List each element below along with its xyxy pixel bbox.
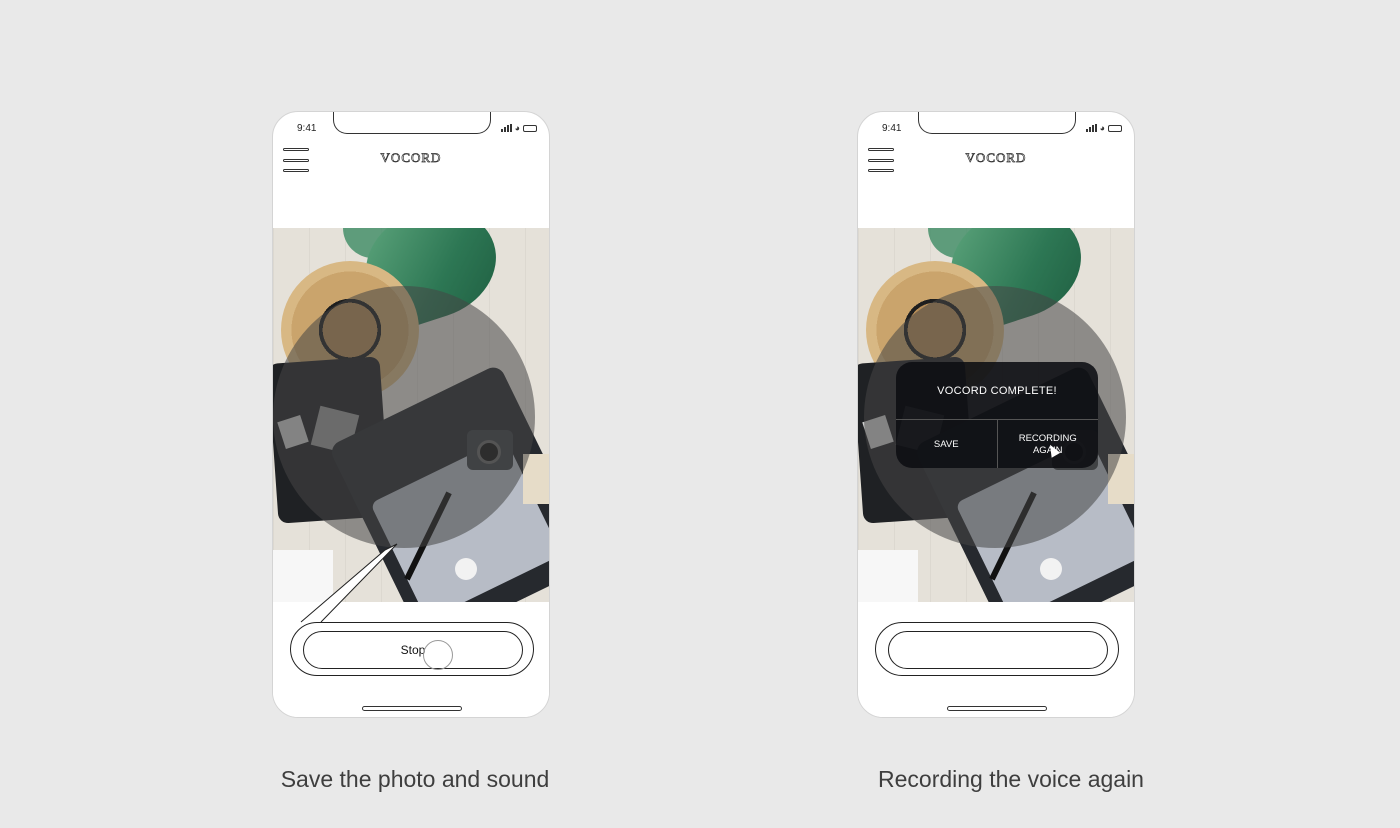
status-time: 9:41 xyxy=(882,123,902,134)
touch-indicator xyxy=(423,640,453,670)
battery-icon xyxy=(1108,124,1122,132)
caption-left: Save the photo and sound xyxy=(280,766,550,792)
recording-again-button[interactable]: RECORDING AGAIN xyxy=(996,420,1099,468)
wifi-icon: ◕ xyxy=(514,123,520,133)
signal-icon xyxy=(1085,124,1097,132)
signal-icon xyxy=(500,124,512,132)
status-icons: ◕ xyxy=(500,123,537,133)
dialog-title: VOCORD COMPLETE! xyxy=(896,362,1098,420)
battery-icon xyxy=(523,124,537,132)
app-logo: VOCORD xyxy=(380,150,442,166)
photo-preview xyxy=(273,228,549,602)
notch xyxy=(333,112,491,134)
wifi-icon: ◕ xyxy=(1099,123,1105,133)
record-button[interactable] xyxy=(888,631,1108,669)
phone-screen-right: 9:41 ◕ VOCORD VOCORD COMPLETE! SAVE RECO… xyxy=(857,111,1135,718)
app-logo: VOCORD xyxy=(965,150,1027,166)
phone-screen-left: 9:41 ◕ VOCORD Stop xyxy=(272,111,550,718)
status-icons: ◕ xyxy=(1085,123,1122,133)
complete-dialog: VOCORD COMPLETE! SAVE RECORDING AGAIN xyxy=(896,362,1098,468)
home-indicator[interactable] xyxy=(362,706,462,711)
save-button[interactable]: SAVE xyxy=(896,420,997,468)
caption-right: Recording the voice again xyxy=(878,766,1144,792)
home-indicator[interactable] xyxy=(947,706,1047,711)
notch xyxy=(918,112,1076,134)
stop-button[interactable]: Stop xyxy=(303,631,523,669)
recording-overlay-circle xyxy=(273,286,535,548)
status-time: 9:41 xyxy=(297,123,317,134)
